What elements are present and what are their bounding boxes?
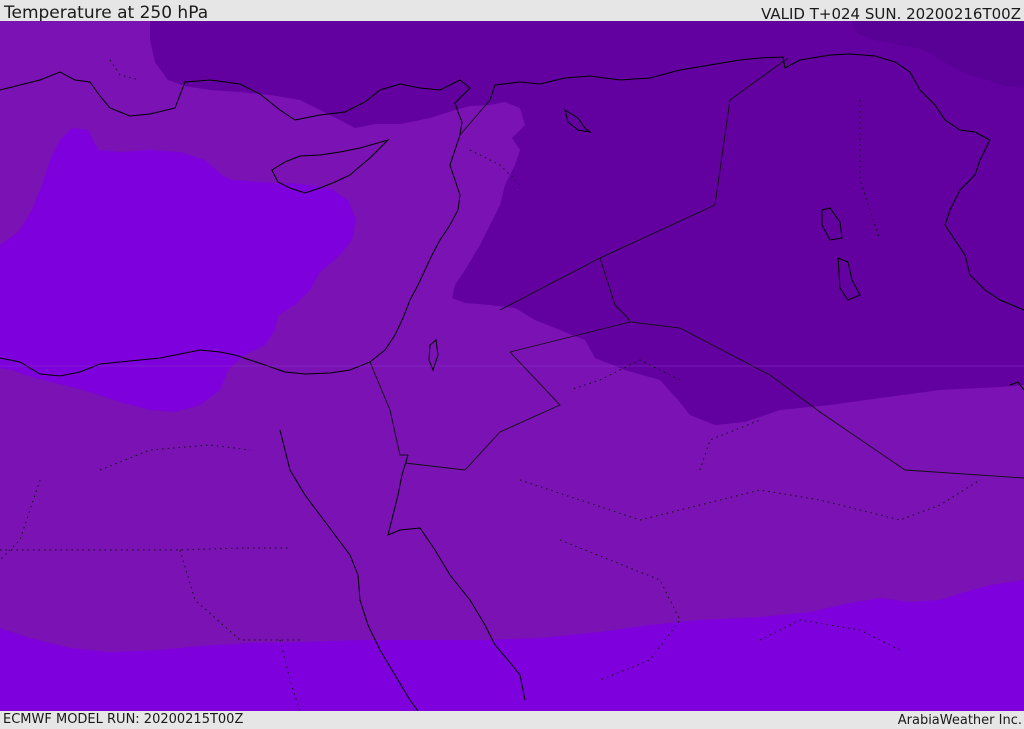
map-canvas xyxy=(0,21,1024,711)
header-bar: Temperature at 250 hPa VALID T+024 SUN. … xyxy=(0,0,1024,23)
model-run-text: ECMWF MODEL RUN: 20200215T00Z xyxy=(3,712,244,727)
weather-map xyxy=(0,21,1024,711)
map-title: Temperature at 250 hPa xyxy=(4,3,209,23)
footer-bar: ECMWF MODEL RUN: 20200215T00Z ArabiaWeat… xyxy=(0,711,1024,729)
credit-text: ArabiaWeather Inc. xyxy=(897,713,1022,728)
